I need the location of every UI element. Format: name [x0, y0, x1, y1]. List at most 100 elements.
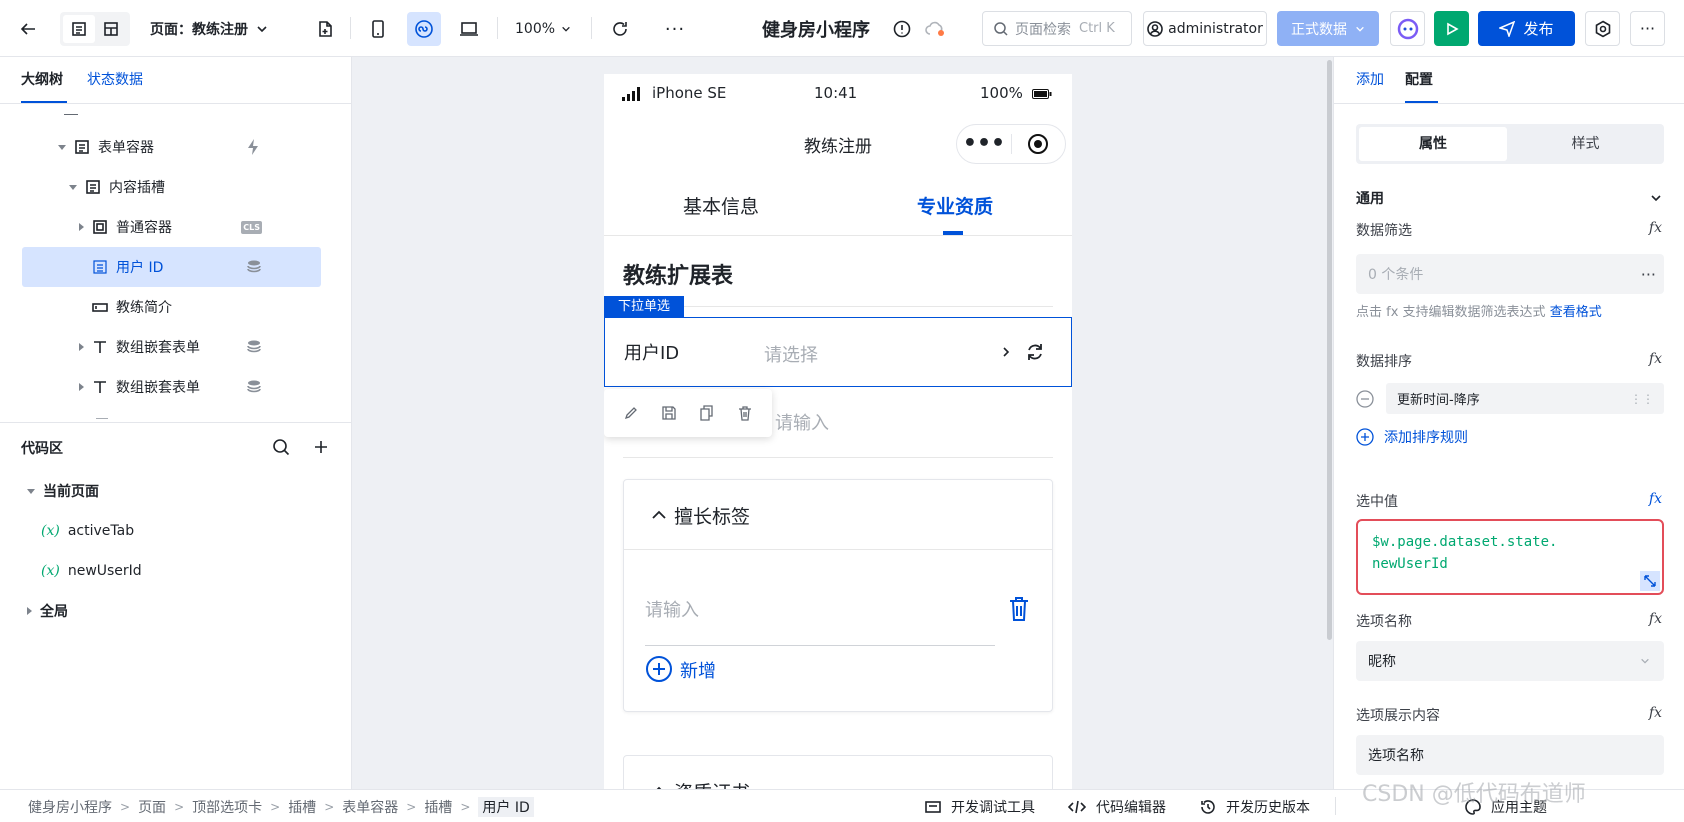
breadcrumb-item[interactable]: 健身房小程序 — [28, 797, 112, 817]
add-circle-icon[interactable] — [645, 655, 673, 683]
capsule-menu[interactable]: ••• — [956, 124, 1066, 164]
mobile-preview-icon[interactable] — [366, 17, 390, 41]
fx-icon[interactable]: fx — [1649, 491, 1662, 507]
sort-rule[interactable]: 更新时间-降序 ⋮⋮ — [1386, 383, 1664, 414]
edit-icon[interactable] — [623, 405, 639, 421]
tag-input-placeholder[interactable]: 请输入 — [645, 596, 699, 622]
env-select[interactable]: 正式数据 — [1277, 11, 1379, 46]
miniprogram-preview-icon[interactable] — [407, 12, 441, 46]
fx-icon[interactable]: fx — [1649, 220, 1662, 236]
delete-icon[interactable] — [737, 405, 753, 421]
tree-node-label: 用户 ID — [116, 260, 164, 276]
add-circle-icon[interactable] — [1356, 428, 1374, 446]
capsule-close-icon[interactable] — [1012, 133, 1065, 155]
capsule-more-icon[interactable]: ••• — [957, 133, 1011, 155]
cls-badge[interactable]: CLS — [241, 220, 262, 234]
code-editor-button[interactable]: 代码编辑器 — [1068, 797, 1166, 817]
seg-properties[interactable]: 属性 — [1359, 127, 1507, 161]
desktop-preview-icon[interactable] — [457, 17, 481, 41]
add-sort-rule-button[interactable]: 添加排序规则 — [1384, 427, 1468, 447]
divider — [623, 457, 1053, 458]
filter-format-link[interactable]: 查看格式 — [1550, 305, 1602, 320]
database-icon[interactable] — [246, 379, 262, 395]
tree-node-coach-intro[interactable]: 教练简介 — [92, 287, 262, 327]
database-icon[interactable] — [246, 339, 262, 355]
tree-node-form-container[interactable]: 表单容器 — [58, 127, 262, 167]
publish-button[interactable]: 发布 — [1478, 11, 1575, 46]
filter-input[interactable]: 0 个条件 ··· — [1356, 254, 1664, 294]
drag-handle-icon[interactable]: ⋮⋮ — [1630, 392, 1654, 406]
tree-node-label: 表单容器 — [98, 140, 154, 156]
breadcrumb-item[interactable]: 插槽 — [288, 797, 316, 817]
tree-node-array-form-1[interactable]: 数组嵌套表单 — [79, 327, 262, 367]
page-view-icon[interactable] — [63, 15, 95, 43]
search-icon[interactable] — [272, 438, 290, 456]
add-icon[interactable] — [312, 438, 330, 456]
history-button[interactable]: 开发历史版本 — [1200, 797, 1310, 817]
event-bolt-icon[interactable] — [244, 138, 262, 156]
save-icon[interactable] — [661, 405, 677, 421]
remove-circle-icon[interactable] — [1356, 390, 1374, 408]
group-general[interactable]: 通用 — [1356, 188, 1384, 208]
option-display-select[interactable]: 选项名称 — [1356, 735, 1664, 775]
tree-node-content-slot[interactable]: 内容插槽 — [69, 167, 262, 207]
expand-editor-icon[interactable] — [1640, 571, 1660, 591]
zoom-select[interactable]: 100% — [515, 17, 571, 41]
component-view-icon[interactable] — [95, 15, 127, 43]
fx-icon[interactable]: fx — [1649, 705, 1662, 721]
phone-frame: iPhone SE 10:41 100% 教练注册 ••• 基本信息 专业资质 … — [604, 74, 1072, 790]
preview-run-button[interactable] — [1434, 11, 1469, 46]
input-placeholder[interactable]: 请输入 — [775, 409, 829, 435]
page-selector-label: 页面：教练注册 — [150, 22, 248, 38]
info-icon[interactable] — [890, 17, 914, 41]
tab-outline[interactable]: 大纲树 — [21, 69, 63, 89]
chevron-up-icon[interactable] — [651, 508, 667, 522]
selected-value-expression[interactable]: $w.page.dataset.state. newUserId — [1356, 519, 1664, 595]
database-icon[interactable] — [246, 259, 262, 275]
new-page-icon[interactable] — [313, 17, 337, 41]
more-menu-icon[interactable]: ··· — [1630, 11, 1665, 46]
more-icon[interactable]: ··· — [1641, 265, 1656, 284]
tab-qualification[interactable]: 专业资质 — [838, 192, 1072, 219]
tree-node-container[interactable]: 普通容器 CLS — [79, 207, 262, 247]
refresh-icon[interactable] — [608, 17, 632, 41]
breadcrumb-item[interactable]: 插槽 — [424, 797, 452, 817]
refresh-icon[interactable] — [1025, 342, 1045, 362]
page-selector[interactable]: 页面：教练注册 — [150, 17, 268, 41]
tab-config[interactable]: 配置 — [1405, 69, 1433, 89]
back-arrow-icon[interactable] — [16, 17, 40, 41]
battery-icon — [1032, 89, 1052, 99]
tab-add[interactable]: 添加 — [1356, 69, 1384, 89]
breadcrumb-current[interactable]: 用户 ID — [478, 797, 534, 817]
fx-icon[interactable]: fx — [1649, 611, 1662, 627]
tree-node-array-form-2[interactable]: 数组嵌套表单 — [79, 367, 262, 407]
breadcrumb-item[interactable]: 表单容器 — [342, 797, 398, 817]
current-page-node[interactable]: 当前页面 — [27, 471, 99, 511]
collapsed-node-line — [96, 418, 108, 419]
delete-icon[interactable] — [1008, 596, 1030, 622]
debug-tool-button[interactable]: 开发调试工具 — [925, 797, 1035, 817]
more-icon[interactable]: ··· — [663, 17, 687, 41]
var-new-user-id[interactable]: (x) newUserId — [41, 551, 142, 591]
user-menu[interactable]: administrator — [1143, 11, 1267, 46]
option-name-select[interactable]: 昵称 — [1356, 641, 1664, 681]
breadcrumb-item[interactable]: 顶部选项卡 — [192, 797, 262, 817]
user-id-select-field[interactable]: 用户ID 请选择 — [604, 317, 1072, 387]
tab-basic-info[interactable]: 基本信息 — [604, 192, 838, 219]
fx-icon[interactable]: fx — [1649, 351, 1662, 367]
seg-styles[interactable]: 样式 — [1510, 127, 1661, 161]
settings-icon[interactable] — [1585, 11, 1620, 46]
var-active-tab[interactable]: (x) activeTab — [41, 511, 134, 551]
breadcrumb-item[interactable]: 页面 — [138, 797, 166, 817]
text-icon — [94, 381, 106, 393]
tree-node-user-id[interactable]: 用户 ID — [92, 247, 262, 287]
cloud-sync-icon[interactable] — [922, 17, 950, 41]
copy-icon[interactable] — [699, 405, 715, 421]
tab-state-data[interactable]: 状态数据 — [87, 69, 143, 89]
add-tag-button[interactable]: 新增 — [680, 657, 716, 683]
canvas-scrollbar[interactable] — [1327, 60, 1332, 640]
global-node[interactable]: 全局 — [27, 591, 68, 631]
page-search-input[interactable]: 页面检索 Ctrl K — [982, 11, 1132, 46]
ai-assistant-icon[interactable] — [1390, 11, 1425, 46]
chevron-down-icon[interactable] — [1650, 192, 1662, 204]
